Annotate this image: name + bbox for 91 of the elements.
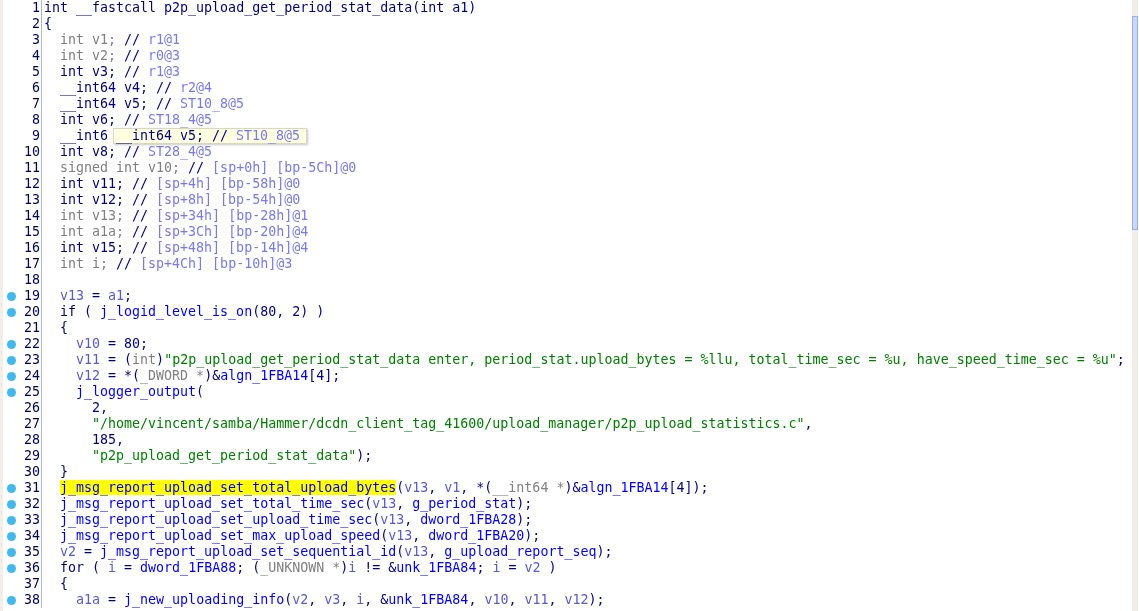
line-number: 12 <box>23 176 41 192</box>
line-number: 17 <box>23 256 41 272</box>
line-number: 16 <box>23 240 41 256</box>
breakpoint-dot-icon[interactable] <box>6 563 16 573</box>
line-number: 32 <box>23 496 41 512</box>
code-line: int v1; // r1@1 <box>60 32 181 47</box>
line-number: 28 <box>23 432 41 448</box>
breakpoint-dot-icon[interactable] <box>6 355 16 365</box>
code-line: __int64 v5; // ST10_8@5 <box>60 96 245 111</box>
code-line: 2, <box>92 400 109 415</box>
breakpoint-dot-icon[interactable] <box>6 547 16 557</box>
line-number: 21 <box>23 320 41 336</box>
code-line: "/home/vincent/samba/Hammer/dcdn_client_tag_41600/upload_manager/p2p_upload_statistics.c", <box>92 416 813 431</box>
code-line: int v6; // ST18_4@5 <box>60 112 213 127</box>
code-line: for ( i = dword_1FBA88; (_UNKNOWN *)i != &unk_1FBA84; i = v2 ) <box>60 560 557 575</box>
line-number: 15 <box>23 224 41 240</box>
breakpoint-dot-icon[interactable] <box>6 515 16 525</box>
code-line: if ( j_logid_level_is_on(80, 2) ) <box>60 304 325 319</box>
line-number: 37 <box>23 576 41 592</box>
breakpoint-dot-icon[interactable] <box>6 307 16 317</box>
code-line: v12 = *(_DWORD *)&algn_1FBA14[4]; <box>76 368 341 383</box>
code-line: j_msg_report_upload_set_max_upload_speed(v13, dword_1FBA20); <box>60 528 541 543</box>
line-number: 9 <box>31 128 41 144</box>
line-number: 24 <box>23 368 41 384</box>
code-line: v11 = (int)"p2p_upload_get_period_stat_data enter, period_stat.upload_bytes = %llu, total_time_sec = %u, have_speed_time_sec = %u"; <box>76 352 1125 367</box>
code-line: } <box>60 464 68 479</box>
code-line: int __fastcall p2p_upload_get_period_stat_data(int a1) <box>44 0 477 15</box>
code-line: v2 = j_msg_report_upload_set_sequential_id(v13, g_upload_report_seq); <box>60 544 613 559</box>
line-number: 6 <box>31 80 41 96</box>
line-number: 31 <box>23 480 41 496</box>
tooltip: __int64 v5; // ST10_8@5 <box>113 128 308 144</box>
line-number: 5 <box>31 64 41 80</box>
breakpoint-dot-icon[interactable] <box>6 531 16 541</box>
code-line: j_logger_output( <box>76 384 205 399</box>
code-line: int v2; // r0@3 <box>60 48 181 63</box>
code-line: int i; // [sp+4Ch] [bp-10h]@3 <box>60 256 293 271</box>
code-line: int v11; // [sp+4h] [bp-58h]@0 <box>60 176 301 191</box>
code-line: int v15; // [sp+48h] [bp-14h]@4 <box>60 240 309 255</box>
code-line: int v3; // r1@3 <box>60 64 181 79</box>
code-line: signed int v10; // [sp+0h] [bp-5Ch]@0 <box>60 160 357 175</box>
breakpoint-dot-icon[interactable] <box>6 371 16 381</box>
code-line: int v12; // [sp+8h] [bp-54h]@0 <box>60 192 301 207</box>
breakpoint-dot-icon[interactable] <box>6 595 16 605</box>
line-number: 10 <box>23 144 41 160</box>
code-line: a1a = j_new_uploading_info(v2, v3, i, &unk_1FBA84, v10, v11, v12); <box>76 592 605 607</box>
code-line: { <box>60 576 68 591</box>
breakpoint-dot-icon[interactable] <box>6 483 16 493</box>
code-line: int v13; // [sp+34h] [bp-28h]@1 <box>60 208 309 223</box>
line-number: 35 <box>23 544 41 560</box>
line-number: 38 <box>23 592 41 608</box>
code-line: { <box>44 16 52 31</box>
line-number: 3 <box>31 32 41 48</box>
line-number: 27 <box>23 416 41 432</box>
code-line: v10 = 80; <box>76 336 149 351</box>
breakpoint-dot-icon[interactable] <box>6 339 16 349</box>
line-number: 33 <box>23 512 41 528</box>
code-line: __int64 v4; // r2@4 <box>60 80 213 95</box>
code-line: int a1a; // [sp+3Ch] [bp-20h]@4 <box>60 224 309 239</box>
line-number: 23 <box>23 352 41 368</box>
code-line: v13 = a1; <box>60 288 133 303</box>
scrollbar-thumb[interactable] <box>1132 16 1138 230</box>
line-number: 14 <box>23 208 41 224</box>
code-line: "p2p_upload_get_period_stat_data"); <box>92 448 373 463</box>
code-line: j_msg_report_upload_set_total_time_sec(v13, g_period_stat); <box>60 496 533 511</box>
code-line: 185, <box>92 432 125 447</box>
breakpoint-dot-icon[interactable] <box>6 387 16 397</box>
breakpoint-dot-icon[interactable] <box>6 499 16 509</box>
line-number: 29 <box>23 448 41 464</box>
breakpoint-dot-icon[interactable] <box>6 291 16 301</box>
line-number: 30 <box>23 464 41 480</box>
code-line: __int6 <box>60 128 109 143</box>
scrollbar[interactable] <box>1132 0 1138 611</box>
code-line: { <box>60 320 68 335</box>
line-number: 26 <box>23 400 41 416</box>
line-number: 25 <box>23 384 41 400</box>
code-line: int v8; // ST28_4@5 <box>60 144 213 159</box>
line-number: 34 <box>23 528 41 544</box>
line-number: 36 <box>23 560 41 576</box>
line-number: 7 <box>31 96 41 112</box>
line-number: 20 <box>23 304 41 320</box>
code-line: j_msg_report_upload_set_upload_time_sec(v13, dword_1FBA28); <box>60 512 533 527</box>
line-number: 1 <box>31 0 41 16</box>
code-line: j_msg_report_upload_set_total_upload_bytes(v13, v1, *(__int64 *)&algn_1FBA14[4]); <box>60 480 709 495</box>
line-number: 19 <box>23 288 41 304</box>
line-number: 2 <box>31 16 41 32</box>
line-number: 22 <box>23 336 41 352</box>
line-number: 18 <box>23 272 41 288</box>
line-number: 11 <box>23 160 41 176</box>
line-number: 8 <box>31 112 41 128</box>
line-number: 4 <box>31 48 41 64</box>
line-number: 13 <box>23 192 41 208</box>
